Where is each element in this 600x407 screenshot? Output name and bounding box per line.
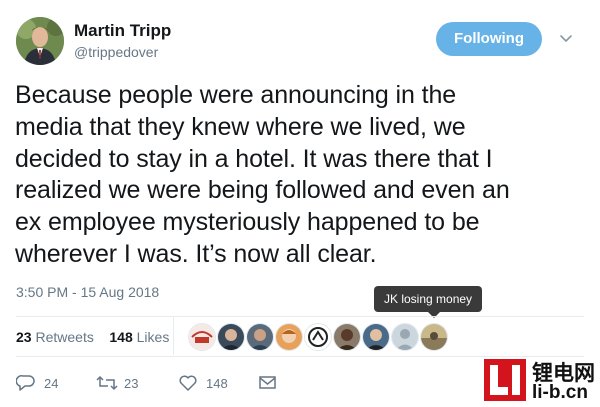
like-count: 148: [206, 376, 228, 391]
liker-avatar-2[interactable]: [217, 323, 245, 351]
stats-separator: [173, 317, 174, 355]
heart-icon: [179, 375, 197, 391]
retweets-count[interactable]: 23: [16, 329, 32, 345]
retweet-count: 23: [124, 376, 139, 391]
likes-count[interactable]: 148: [109, 329, 132, 345]
reply-count: 24: [44, 376, 59, 391]
author-handle[interactable]: @trippedover: [74, 44, 158, 60]
divider-top: [16, 316, 584, 317]
liker-avatar-3[interactable]: [246, 323, 274, 351]
watermark-text-bottom: li-b.cn: [532, 382, 588, 403]
tweet-timestamp[interactable]: 3:50 PM - 15 Aug 2018: [16, 284, 159, 300]
liker-avatar-5[interactable]: [304, 323, 332, 351]
retweets-label[interactable]: Retweets: [35, 329, 93, 345]
liker-avatar-6[interactable]: [333, 323, 361, 351]
reply-icon: [16, 375, 35, 391]
liker-avatar-4[interactable]: [275, 323, 303, 351]
envelope-icon: [259, 376, 276, 389]
author-avatar[interactable]: [16, 17, 64, 65]
following-button[interactable]: Following: [436, 22, 542, 56]
site-watermark: 锂电网 li-b.cn: [480, 355, 600, 407]
chevron-down-icon[interactable]: [558, 30, 574, 46]
liker-avatar-7[interactable]: [362, 323, 390, 351]
likes-label[interactable]: Likes: [137, 329, 170, 345]
tweet-stats: 23 Retweets 148 Likes: [16, 329, 169, 345]
retweet-icon: [96, 375, 118, 391]
liker-avatar-1[interactable]: [188, 323, 216, 351]
liker-avatar-9[interactable]: [420, 323, 448, 351]
tweet-text: Because people were announcing in the me…: [15, 81, 510, 268]
liker-tooltip: JK losing money: [374, 286, 483, 318]
watermark-logo: [484, 359, 526, 401]
liker-avatar-8[interactable]: [391, 323, 419, 351]
author-name[interactable]: Martin Tripp: [74, 21, 171, 41]
